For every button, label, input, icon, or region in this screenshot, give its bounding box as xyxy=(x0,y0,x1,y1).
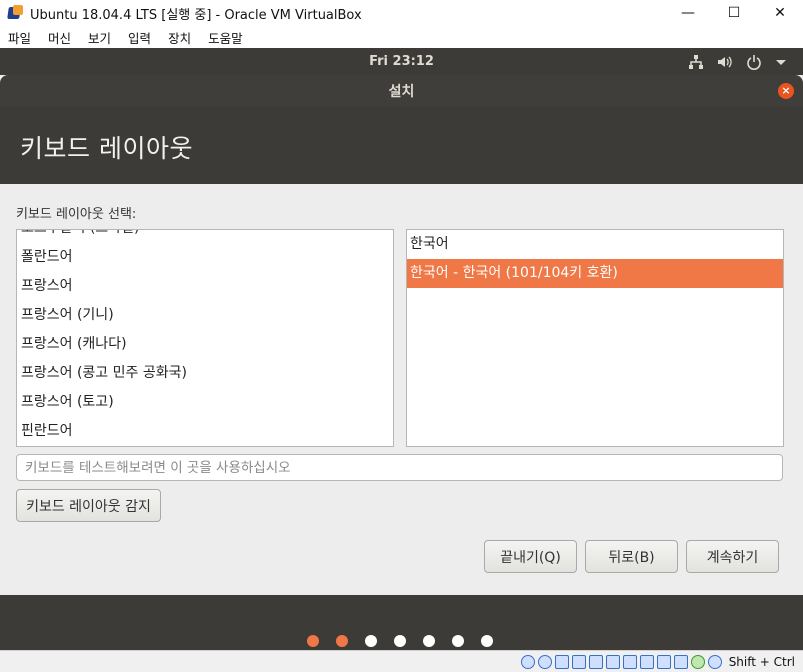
layout-item[interactable]: 폴란드어 xyxy=(17,243,393,272)
hard-disk-icon[interactable] xyxy=(520,654,535,669)
window-controls: — ☐ ✕ xyxy=(665,0,803,26)
ubuntu-top-panel: Fri 23:12 xyxy=(0,48,803,75)
video-capture-icon[interactable] xyxy=(639,654,654,669)
shared-folders-icon[interactable] xyxy=(605,654,620,669)
vbox-statusbar: Shift + Ctrl xyxy=(0,650,803,672)
keyboard-test-input[interactable] xyxy=(16,454,783,481)
network-icon xyxy=(689,54,703,69)
menu-help[interactable]: 도움말 xyxy=(208,28,243,47)
display-icon[interactable] xyxy=(622,654,637,669)
menu-machine[interactable]: 머신 xyxy=(48,28,71,47)
power-icon xyxy=(747,54,761,70)
detect-layout-button[interactable]: 키보드 레이아웃 감지 xyxy=(16,489,161,522)
vbox-menubar: 파일 머신 보기 입력 장치 도움말 xyxy=(0,26,803,48)
layout-item[interactable]: 핀란드어 xyxy=(17,417,393,446)
installer-window: 설치 × 키보드 레이아웃 키보드 레이아웃 선택: 포르투갈어 (브라질) 폴… xyxy=(0,75,803,595)
close-window-button[interactable]: ✕ xyxy=(757,0,803,26)
installer-header: 키보드 레이아웃 xyxy=(0,107,803,184)
layout-prompt-label: 키보드 레이아웃 선택: xyxy=(16,207,137,222)
continue-button[interactable]: 계속하기 xyxy=(686,540,779,573)
host-key-arrow-icon[interactable] xyxy=(707,654,722,669)
quit-button[interactable]: 끝내기(Q) xyxy=(484,540,577,573)
menu-input[interactable]: 입력 xyxy=(128,28,151,47)
window-titlebar[interactable]: Ubuntu 18.04.4 LTS [실행 중] - Oracle VM Vi… xyxy=(0,0,803,26)
audio-icon[interactable] xyxy=(554,654,569,669)
progress-dot xyxy=(394,635,406,647)
layout-item[interactable]: 포르투갈어 (브라질) xyxy=(17,230,393,243)
layout-item[interactable]: 프랑스어 (캐나다) xyxy=(17,330,393,359)
variant-item-selected[interactable]: 한국어 - 한국어 (101/104키 호환) xyxy=(407,259,783,288)
back-button[interactable]: 뒤로(B) xyxy=(585,540,678,573)
panel-clock[interactable]: Fri 23:12 xyxy=(369,54,434,69)
guest-additions-icon[interactable] xyxy=(690,654,705,669)
system-tray[interactable] xyxy=(688,48,787,75)
window-title: Ubuntu 18.04.4 LTS [실행 중] - Oracle VM Vi… xyxy=(30,7,362,23)
layout-item[interactable]: 프랑스어 (콩고 민주 공화국) xyxy=(17,359,393,388)
optical-drive-icon[interactable] xyxy=(537,654,552,669)
installer-close-button[interactable]: × xyxy=(778,83,794,99)
page-title: 키보드 레이아웃 xyxy=(20,134,193,163)
host-key-label: Shift + Ctrl xyxy=(728,654,795,669)
usb-icon[interactable] xyxy=(588,654,603,669)
menu-file[interactable]: 파일 xyxy=(8,28,31,47)
cpu-icon[interactable] xyxy=(656,654,671,669)
menu-devices[interactable]: 장치 xyxy=(168,28,191,47)
maximize-button[interactable]: ☐ xyxy=(711,0,757,26)
network-adapter-icon[interactable] xyxy=(571,654,586,669)
keyboard-variant-list[interactable]: 한국어 한국어 - 한국어 (101/104키 호환) xyxy=(406,229,784,447)
installer-title: 설치 xyxy=(388,84,415,100)
progress-dots xyxy=(307,635,493,647)
virtualbox-app-icon xyxy=(7,5,24,21)
layout-item[interactable]: 프랑스어 xyxy=(17,272,393,301)
progress-dot xyxy=(452,635,464,647)
progress-dot xyxy=(365,635,377,647)
mouse-integration-icon[interactable] xyxy=(673,654,688,669)
progress-dot xyxy=(336,635,348,647)
layout-item[interactable]: 프랑스어 (기니) xyxy=(17,301,393,330)
menu-view[interactable]: 보기 xyxy=(88,28,111,47)
chevron-down-icon xyxy=(776,59,786,65)
continue-button-label: 계속하기 xyxy=(706,549,759,566)
progress-dot xyxy=(423,635,435,647)
progress-dot xyxy=(481,635,493,647)
volume-icon xyxy=(718,56,732,67)
progress-dot xyxy=(307,635,319,647)
installer-titlebar[interactable]: 설치 × xyxy=(0,75,803,107)
minimize-button[interactable]: — xyxy=(665,0,711,26)
keyboard-layout-list[interactable]: 포르투갈어 (브라질) 폴란드어 프랑스어 프랑스어 (기니) 프랑스어 (캐나… xyxy=(16,229,394,447)
layout-item[interactable]: 프랑스어 (토고) xyxy=(17,388,393,417)
installer-footer xyxy=(0,595,803,655)
variant-item[interactable]: 한국어 xyxy=(407,230,783,259)
